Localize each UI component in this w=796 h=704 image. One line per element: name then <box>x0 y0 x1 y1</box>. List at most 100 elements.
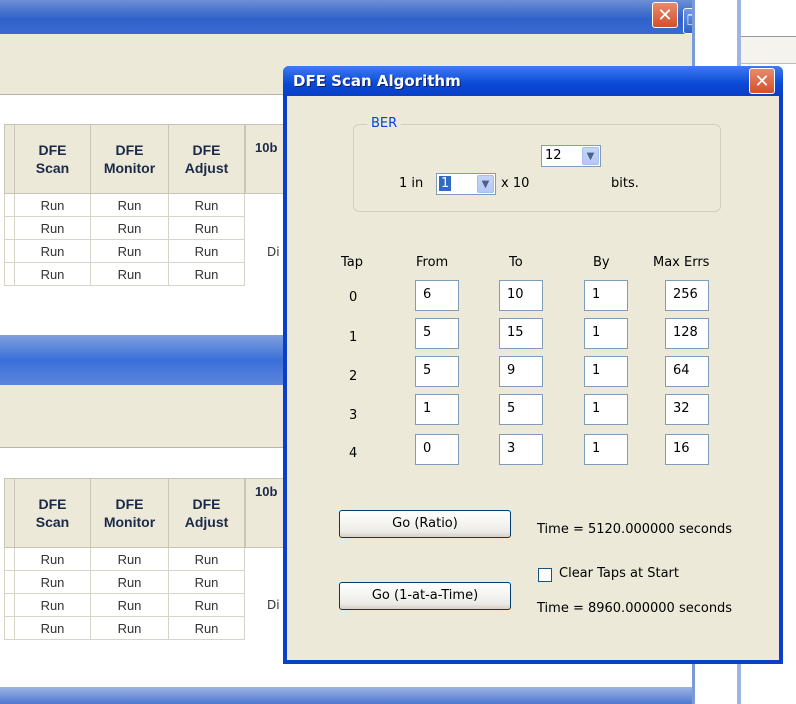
tap-from-field[interactable]: 0 <box>415 434 459 465</box>
tap-to-field[interactable]: 5 <box>499 394 543 425</box>
ber-group-label: BER <box>367 116 402 131</box>
table-row: Run Run Run <box>4 239 245 263</box>
run-cell[interactable]: Run <box>168 593 245 617</box>
close-icon[interactable]: ✕ <box>652 2 678 28</box>
column-header-from: From <box>416 255 449 270</box>
tap-label: 1 <box>349 330 358 345</box>
run-cell[interactable]: Run <box>90 216 169 240</box>
column-header-dfe-adjust: DFE Adjust <box>168 124 245 194</box>
tap-label: 2 <box>349 369 358 384</box>
dfe-status-table-bottom: DFE Scan DFE Monitor DFE Adjust Run Run … <box>4 478 245 640</box>
run-cell[interactable]: Run <box>14 547 91 571</box>
tap-from-field[interactable]: 6 <box>415 280 459 311</box>
run-cell[interactable]: Run <box>14 593 91 617</box>
run-cell[interactable]: Run <box>168 570 245 594</box>
dialog-client-area: BER 1 in 1 ▼ x 10 12 ▼ bits. Tap From To… <box>287 96 779 660</box>
tap-to-field[interactable]: 9 <box>499 356 543 387</box>
tap-max-errs-field[interactable]: 128 <box>665 318 709 349</box>
run-cell[interactable]: Run <box>168 547 245 571</box>
go-one-at-a-time-time: Time = 8960.000000 seconds <box>537 601 733 616</box>
table-header-spacer <box>4 478 15 548</box>
ber-groupbox <box>353 124 721 212</box>
tap-max-errs-field[interactable]: 16 <box>665 434 709 465</box>
table-row: Run Run Run <box>4 262 245 286</box>
run-cell[interactable]: Run <box>90 593 169 617</box>
run-cell[interactable]: Run <box>168 616 245 640</box>
tap-from-field[interactable]: 5 <box>415 318 459 349</box>
chevron-down-icon[interactable]: ▼ <box>477 175 494 193</box>
tap-from-field[interactable]: 1 <box>415 394 459 425</box>
tap-label: 0 <box>349 290 358 305</box>
run-cell[interactable]: Run <box>14 262 91 286</box>
column-header-max-errs: Max Errs <box>653 255 710 270</box>
close-icon[interactable]: ✕ <box>749 68 775 94</box>
table-row: Run Run Run <box>4 547 245 571</box>
tap-to-field[interactable]: 3 <box>499 434 543 465</box>
run-cell[interactable]: Run <box>168 216 245 240</box>
ber-prefix-label: 1 in <box>399 176 424 191</box>
table-header-spacer <box>4 124 15 194</box>
column-header-dfe-scan: DFE Scan <box>14 478 91 548</box>
run-cell[interactable]: Run <box>168 262 245 286</box>
column-header-dfe-scan: DFE Scan <box>14 124 91 194</box>
table-row: Run Run Run <box>4 193 245 217</box>
tap-max-errs-field[interactable]: 64 <box>665 356 709 387</box>
ber-exponent-value: 12 <box>545 148 562 163</box>
run-cell[interactable]: Run <box>14 239 91 263</box>
clear-taps-checkbox[interactable] <box>538 568 552 582</box>
tap-to-field[interactable]: 10 <box>499 280 543 311</box>
run-cell[interactable]: Run <box>168 239 245 263</box>
tap-by-field[interactable]: 1 <box>584 434 628 465</box>
tap-by-field[interactable]: 1 <box>584 318 628 349</box>
table-row: Run Run Run <box>4 593 245 617</box>
tap-by-field[interactable]: 1 <box>584 394 628 425</box>
window-titlebar <box>0 0 692 34</box>
run-cell[interactable]: Run <box>90 547 169 571</box>
run-cell[interactable]: Run <box>90 616 169 640</box>
column-header-to: To <box>509 255 523 270</box>
run-cell[interactable]: Run <box>168 193 245 217</box>
table-row: Run Run Run <box>4 570 245 594</box>
taskbar-strip <box>0 687 692 704</box>
tap-to-field[interactable]: 15 <box>499 318 543 349</box>
tap-label: 3 <box>349 408 358 423</box>
tap-max-errs-field[interactable]: 256 <box>665 280 709 311</box>
table-row: Run Run Run <box>4 616 245 640</box>
ber-suffix-label: bits. <box>611 176 639 191</box>
run-cell[interactable]: Run <box>14 193 91 217</box>
column-header-dfe-monitor: DFE Monitor <box>90 124 169 194</box>
run-cell[interactable]: Run <box>90 239 169 263</box>
dfe-scan-algorithm-dialog: DFE Scan Algorithm ✕ BER 1 in 1 ▼ x 10 1… <box>283 66 783 664</box>
status-fragment: Di <box>267 245 280 259</box>
column-header-dfe-monitor: DFE Monitor <box>90 478 169 548</box>
toolbar-area <box>741 36 796 64</box>
column-header-10b-label: 10b <box>255 484 278 499</box>
column-header-by: By <box>593 255 610 270</box>
dialog-title: DFE Scan Algorithm <box>293 72 461 90</box>
tap-by-field[interactable]: 1 <box>584 356 628 387</box>
run-cell[interactable]: Run <box>14 616 91 640</box>
column-header-tap: Tap <box>341 255 364 270</box>
tap-from-field[interactable]: 5 <box>415 356 459 387</box>
table-row: Run Run Run <box>4 216 245 240</box>
go-one-at-a-time-button[interactable]: Go (1-at-a-Time) <box>339 582 511 610</box>
ber-mantissa-dropdown[interactable]: 1 ▼ <box>436 173 496 195</box>
clear-taps-label[interactable]: Clear Taps at Start <box>559 566 679 581</box>
ber-mantissa-value: 1 <box>439 176 452 191</box>
column-header-10b-label: 10b <box>255 140 278 155</box>
go-ratio-time: Time = 5120.000000 seconds <box>537 522 733 537</box>
chevron-down-icon[interactable]: ▼ <box>582 147 599 165</box>
run-cell[interactable]: Run <box>90 193 169 217</box>
go-ratio-button[interactable]: Go (Ratio) <box>339 510 511 538</box>
run-cell[interactable]: Run <box>90 570 169 594</box>
ber-exponent-dropdown[interactable]: 12 ▼ <box>541 145 601 167</box>
column-header-dfe-adjust: DFE Adjust <box>168 478 245 548</box>
ber-times-label: x 10 <box>501 176 530 191</box>
status-fragment: Di <box>267 598 280 612</box>
dfe-status-table-top: DFE Scan DFE Monitor DFE Adjust Run Run … <box>4 124 245 286</box>
run-cell[interactable]: Run <box>14 570 91 594</box>
run-cell[interactable]: Run <box>90 262 169 286</box>
run-cell[interactable]: Run <box>14 216 91 240</box>
tap-max-errs-field[interactable]: 32 <box>665 394 709 425</box>
tap-by-field[interactable]: 1 <box>584 280 628 311</box>
